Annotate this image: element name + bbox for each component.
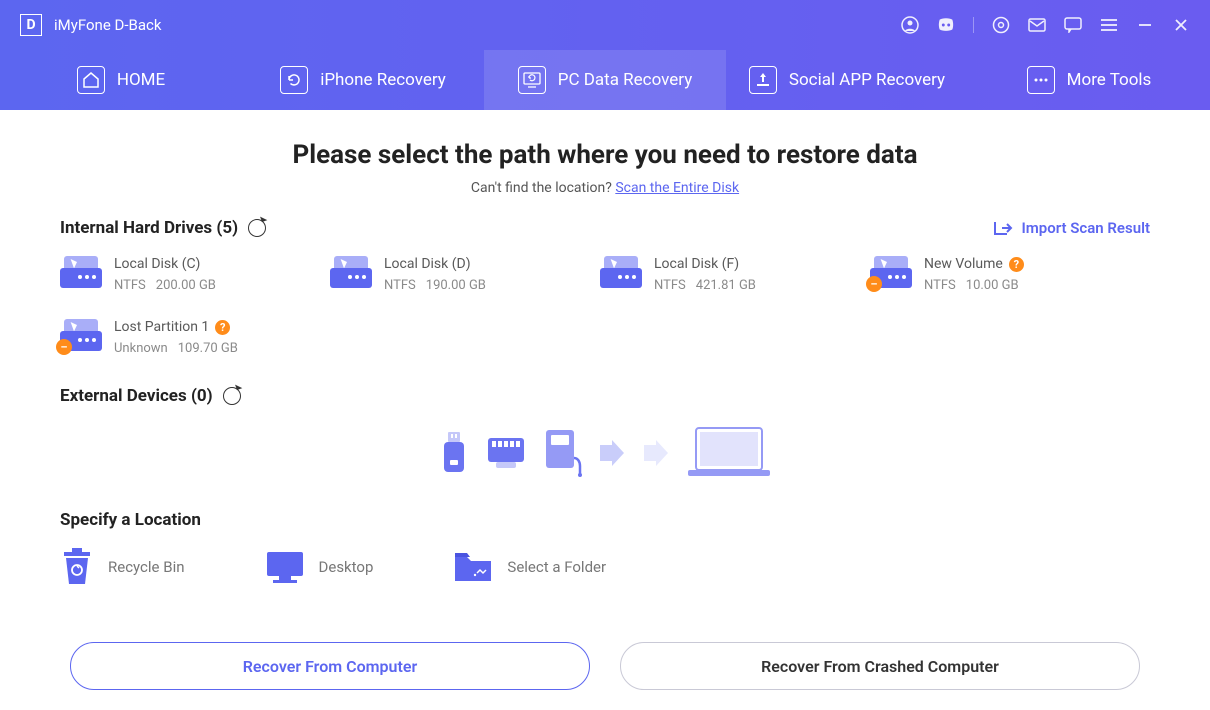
account-icon[interactable] xyxy=(901,16,919,34)
recover-from-crashed-computer-button[interactable]: Recover From Crashed Computer xyxy=(620,642,1140,690)
refresh-external-icon[interactable] xyxy=(223,387,241,405)
monitor-refresh-icon xyxy=(518,66,546,94)
tab-label: Social APP Recovery xyxy=(789,70,945,90)
subhead-text: Can't find the location? xyxy=(471,180,615,196)
specify-location-heading: Specify a Location xyxy=(60,510,1150,530)
home-icon xyxy=(77,66,105,94)
arrow-icon xyxy=(642,439,670,467)
tab-iphone-recovery[interactable]: iPhone Recovery xyxy=(242,50,484,110)
tab-social-app-recovery[interactable]: Social APP Recovery xyxy=(726,50,968,110)
feedback-icon[interactable] xyxy=(1064,16,1082,34)
help-badge-icon[interactable]: ? xyxy=(1009,257,1024,272)
import-scan-result-link[interactable]: Import Scan Result xyxy=(993,219,1150,237)
usb-icon xyxy=(438,430,470,476)
drive-item[interactable]: – Lost Partition 1 ? Unknown109.70 GB xyxy=(60,319,280,356)
arrow-icon xyxy=(598,439,626,467)
drive-name: Local Disk (D) xyxy=(384,256,486,272)
sd-card-icon xyxy=(486,436,526,470)
app-logo: D xyxy=(20,14,42,36)
external-devices-placeholder xyxy=(60,426,1150,480)
location-recycle-bin[interactable]: Recycle Bin xyxy=(60,548,185,586)
refresh-icon xyxy=(280,66,308,94)
location-label: Desktop xyxy=(319,558,374,576)
drive-item[interactable]: – New Volume ? NTFS10.00 GB xyxy=(870,256,1090,293)
close-icon[interactable] xyxy=(1172,16,1190,34)
folder-icon xyxy=(453,551,493,583)
tab-more-tools[interactable]: More Tools xyxy=(968,50,1210,110)
drive-meta: NTFS190.00 GB xyxy=(384,278,486,293)
help-badge-icon[interactable]: ? xyxy=(215,320,230,335)
external-drive-icon xyxy=(542,428,582,478)
external-devices-heading: External Devices (0) xyxy=(60,386,1150,406)
drive-name: Local Disk (C) xyxy=(114,256,216,272)
hard-drive-icon: – xyxy=(60,319,102,351)
location-label: Select a Folder xyxy=(507,558,606,576)
recover-from-computer-button[interactable]: Recover From Computer xyxy=(70,642,590,690)
import-icon xyxy=(993,220,1013,236)
desktop-icon xyxy=(265,550,305,584)
location-label: Recycle Bin xyxy=(108,558,185,576)
hard-drive-icon xyxy=(600,256,642,288)
page-subtitle: Can't find the location? Scan the Entire… xyxy=(60,180,1150,196)
recycle-bin-icon xyxy=(60,548,94,586)
mail-icon[interactable] xyxy=(1028,16,1046,34)
drive-name: Local Disk (F) xyxy=(654,256,756,272)
drive-meta: NTFS10.00 GB xyxy=(924,278,1024,293)
page-title: Please select the path where you need to… xyxy=(60,140,1150,170)
location-desktop[interactable]: Desktop xyxy=(265,548,374,586)
drive-item[interactable]: Local Disk (D) NTFS190.00 GB xyxy=(330,256,550,293)
scan-entire-disk-link[interactable]: Scan the Entire Disk xyxy=(615,180,739,196)
drive-item[interactable]: Local Disk (C) NTFS200.00 GB xyxy=(60,256,280,293)
tab-label: PC Data Recovery xyxy=(558,70,693,90)
menu-icon[interactable] xyxy=(1100,16,1118,34)
drive-meta: NTFS200.00 GB xyxy=(114,278,216,293)
separator xyxy=(973,17,974,33)
hard-drive-icon xyxy=(330,256,372,288)
drive-meta: NTFS421.81 GB xyxy=(654,278,756,293)
internal-drives-heading: Internal Hard Drives (5) xyxy=(60,218,266,238)
app-icon xyxy=(749,66,777,94)
minimize-icon[interactable] xyxy=(1136,16,1154,34)
drive-item[interactable]: Local Disk (F) NTFS421.81 GB xyxy=(600,256,820,293)
discord-icon[interactable] xyxy=(937,16,955,34)
tab-pc-data-recovery[interactable]: PC Data Recovery xyxy=(484,50,726,110)
tab-label: HOME xyxy=(117,70,165,90)
warning-badge-icon: – xyxy=(56,339,72,355)
tab-label: More Tools xyxy=(1067,70,1152,90)
app-title: iMyFone D-Back xyxy=(54,16,901,34)
drive-name: New Volume ? xyxy=(924,256,1024,272)
location-select-folder[interactable]: Select a Folder xyxy=(453,548,606,586)
tab-label: iPhone Recovery xyxy=(320,70,446,90)
hard-drive-icon: – xyxy=(870,256,912,288)
drive-meta: Unknown109.70 GB xyxy=(114,341,238,356)
warning-badge-icon: – xyxy=(866,276,882,292)
tabbar: HOME iPhone Recovery PC Data Recovery So… xyxy=(0,50,1210,110)
tab-home[interactable]: HOME xyxy=(0,50,242,110)
refresh-drives-icon[interactable] xyxy=(248,219,266,237)
titlebar: D iMyFone D-Back xyxy=(0,0,1210,50)
drive-name: Lost Partition 1 ? xyxy=(114,319,238,335)
settings-gear-icon[interactable] xyxy=(992,16,1010,34)
more-icon xyxy=(1027,66,1055,94)
hard-drive-icon xyxy=(60,256,102,288)
laptop-icon xyxy=(686,426,772,480)
